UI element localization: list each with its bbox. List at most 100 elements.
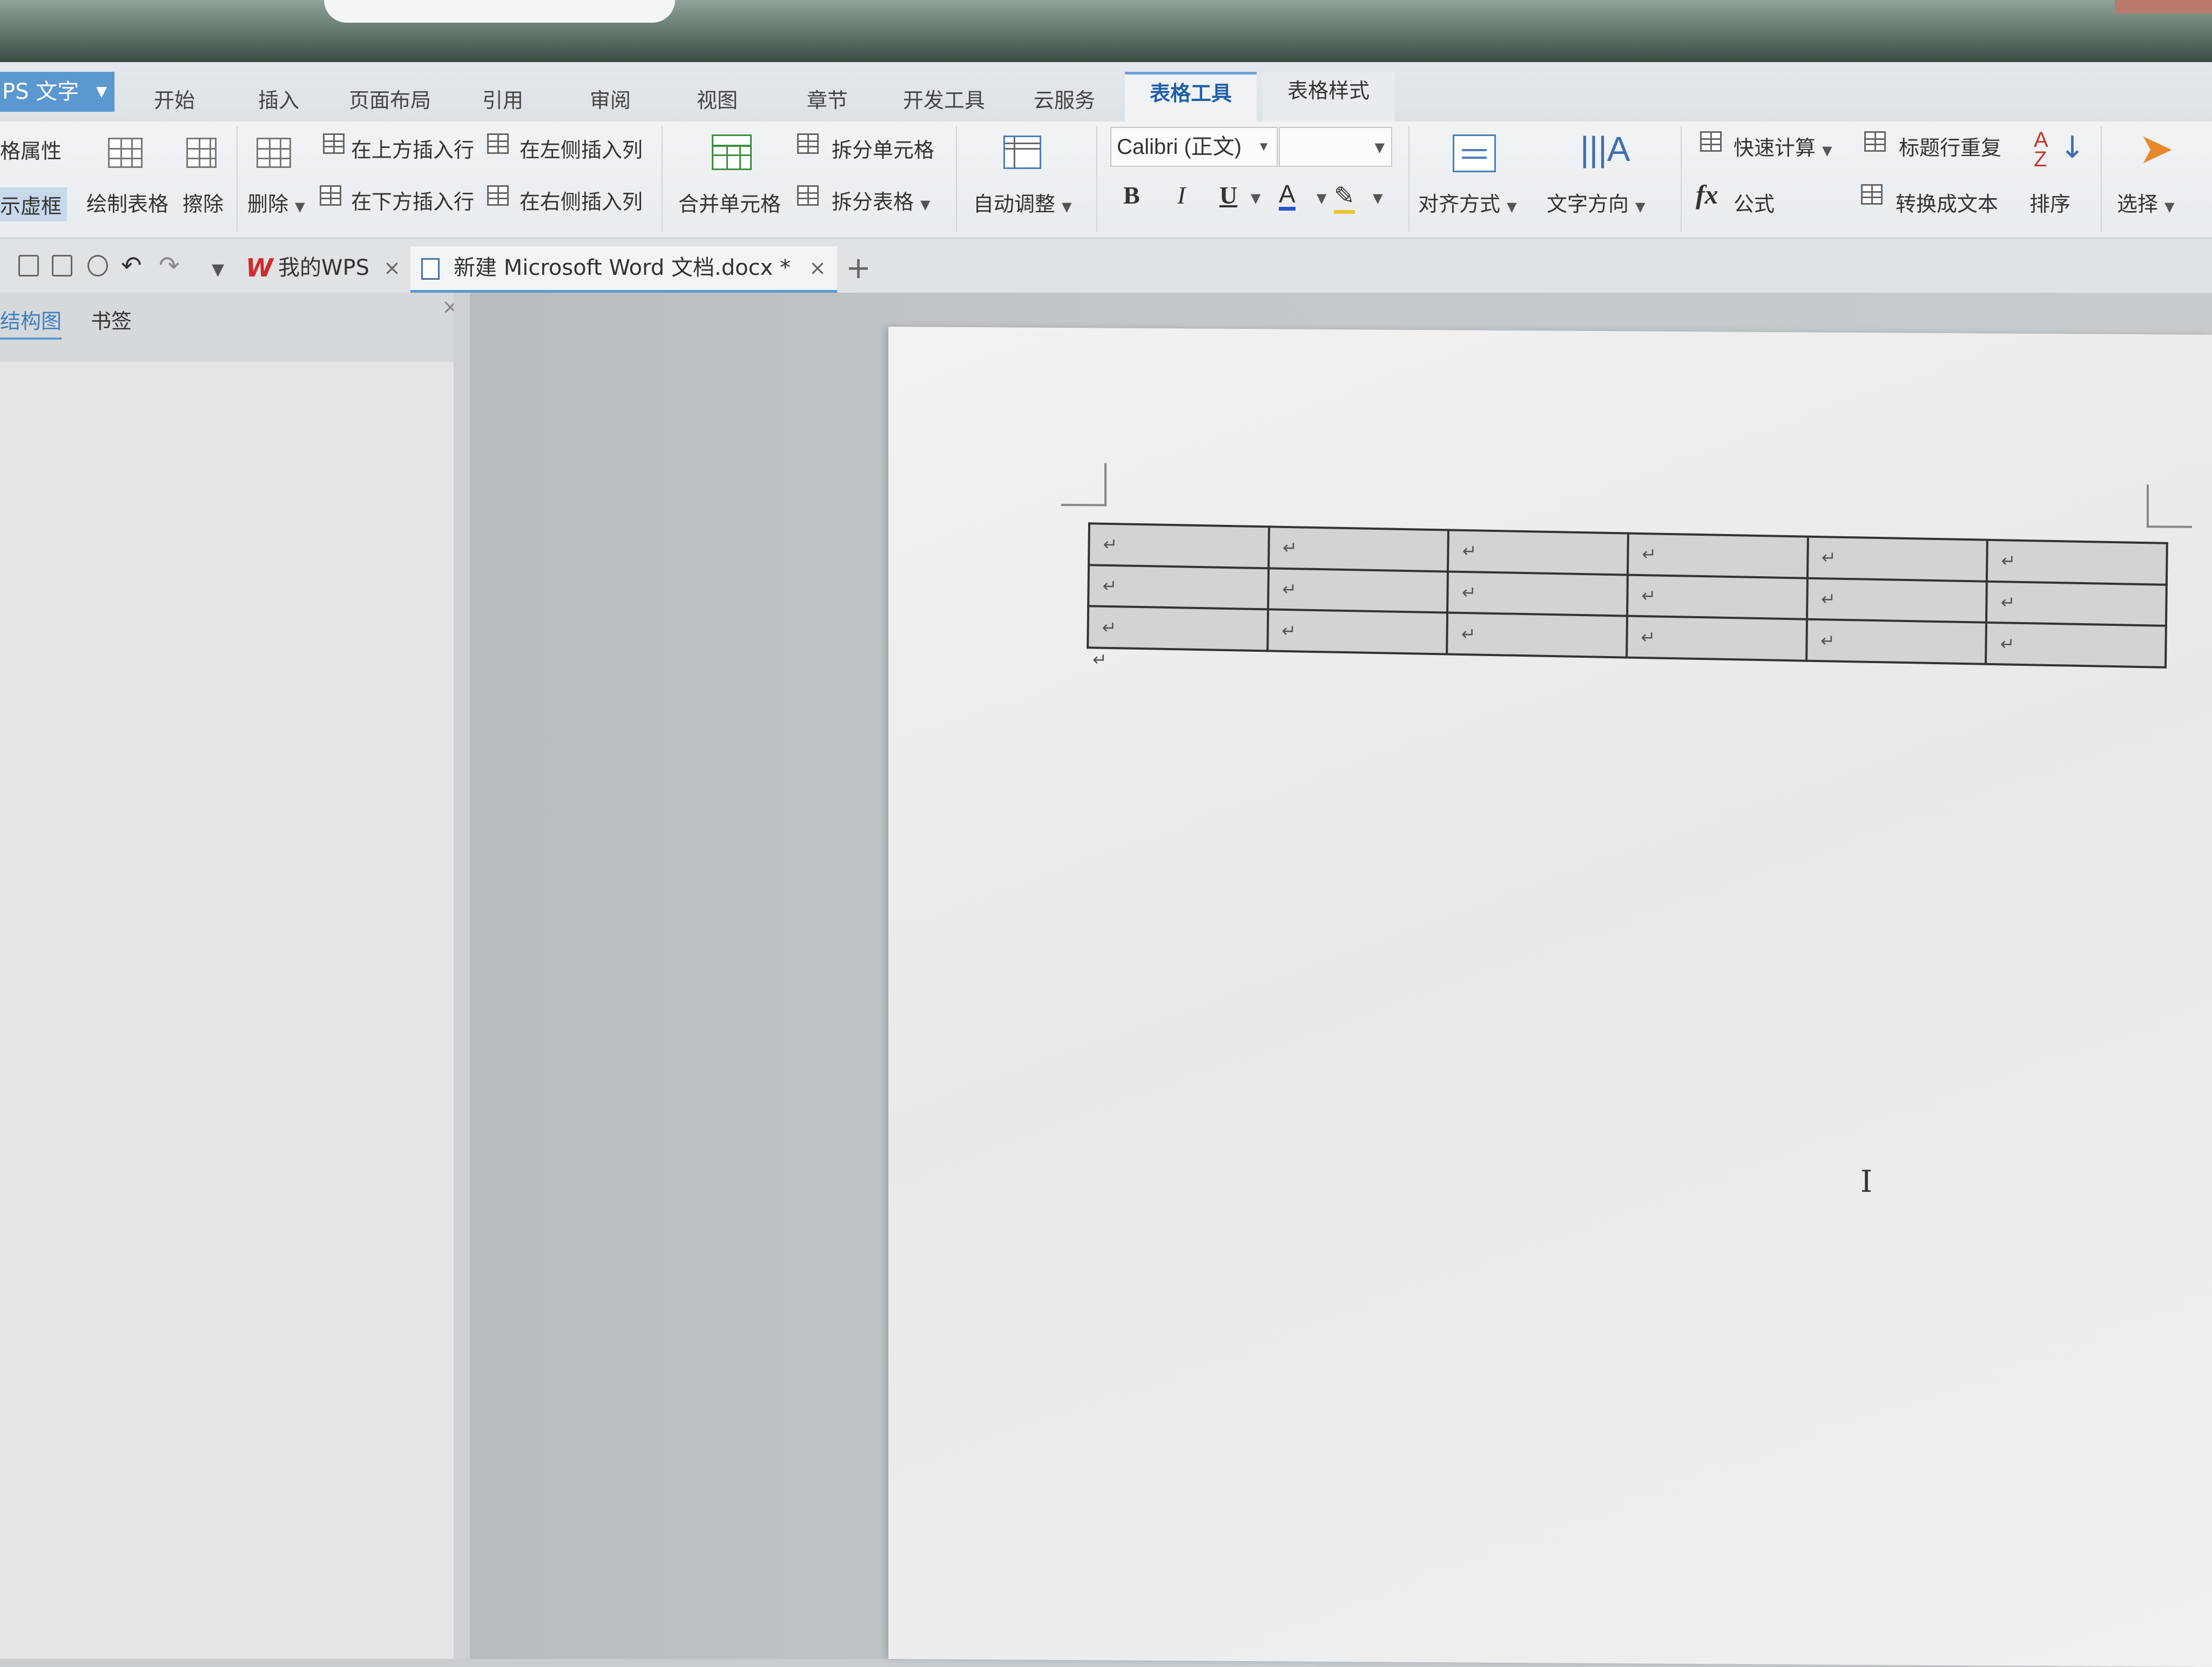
table-cell[interactable]: ↵	[1088, 564, 1269, 610]
italic-button[interactable]: I	[1177, 181, 1185, 210]
tab-document-map[interactable]: 结构图	[0, 305, 62, 340]
table-cell[interactable]: ↵	[1986, 581, 2167, 626]
new-doc-icon[interactable]	[18, 255, 39, 276]
table-properties-button[interactable]: 格属性	[0, 134, 62, 164]
draw-table-button[interactable]: 绘制表格	[86, 187, 168, 217]
active-document-title: 新建 Microsoft Word 文档.docx *	[454, 255, 791, 280]
alignment-icon	[1453, 134, 1496, 172]
table-cell[interactable]: ↵	[1806, 619, 1987, 664]
table-cell[interactable]: ↵	[1448, 530, 1628, 575]
split-table-button[interactable]: 拆分表格 ▼	[832, 185, 930, 215]
delete-table-icon	[257, 138, 291, 168]
redo-icon[interactable]: ↷	[159, 251, 180, 280]
quick-calc-button[interactable]: 快速计算 ▼	[1734, 131, 1832, 161]
merge-cells-icon	[712, 134, 752, 170]
tab-page-layout[interactable]: 页面布局	[349, 84, 431, 113]
bold-button[interactable]: B	[1123, 181, 1140, 210]
chevron-down-icon: ▼	[96, 84, 107, 100]
text-direction-label: 文字方向	[1547, 192, 1629, 216]
insert-row-above-button[interactable]: 在上方插入行	[351, 133, 474, 163]
navigation-pane-header: 结构图 书签 ×	[0, 293, 470, 347]
draw-table-icon	[108, 138, 143, 168]
table-cell[interactable]: ↵	[1987, 539, 2167, 585]
insert-row-below-button[interactable]: 在下方插入行	[351, 185, 474, 215]
font-color-button[interactable]: A	[1279, 181, 1296, 211]
show-gridlines-button[interactable]: 示虚框	[0, 187, 68, 221]
auto-fit-icon	[1003, 136, 1041, 169]
tab-chapter[interactable]: 章节	[807, 84, 848, 113]
merge-cells-button[interactable]: 合并单元格	[678, 187, 781, 217]
alignment-button[interactable]: 对齐方式 ▼	[1418, 187, 1517, 217]
tab-view[interactable]: 视图	[697, 84, 738, 113]
insert-row-above-icon	[323, 133, 345, 154]
select-button[interactable]: 选择 ▼	[2117, 187, 2175, 217]
app-menu-button[interactable]: PS 文字 ▼	[0, 72, 114, 112]
document-map-list[interactable]	[0, 362, 454, 1659]
highlight-icon[interactable]: ✎	[1334, 181, 1355, 214]
underline-button[interactable]: U	[1219, 181, 1237, 210]
undo-icon[interactable]: ↶	[121, 251, 142, 280]
insert-row-below-icon	[320, 185, 341, 206]
tab-my-wps[interactable]: W 我的WPS	[246, 246, 369, 293]
print-preview-icon[interactable]	[87, 255, 108, 276]
convert-to-text-button[interactable]: 转换成文本	[1896, 187, 1998, 217]
chevron-down-icon: ▼	[1251, 191, 1261, 206]
tab-insert[interactable]: 插入	[258, 84, 299, 113]
delete-button[interactable]: 删除 ▼	[247, 187, 305, 217]
pane-splitter[interactable]	[454, 293, 470, 1659]
table-cell[interactable]: ↵	[1627, 575, 1808, 619]
font-name-select[interactable]: Calibri (正文) ▼	[1110, 127, 1278, 167]
chevron-down-icon: ▼	[1374, 140, 1385, 155]
table-cell[interactable]: ↵	[1627, 616, 1807, 661]
tab-review[interactable]: 审阅	[590, 84, 631, 113]
table-cell[interactable]: ↵	[1268, 527, 1449, 572]
chevron-down-icon: ▼	[1373, 191, 1383, 206]
tab-references[interactable]: 引用	[482, 84, 523, 113]
new-tab-button[interactable]: +	[846, 251, 871, 286]
margin-corner-mark	[1061, 462, 1107, 507]
document-table[interactable]: ↵ ↵ ↵ ↵ ↵ ↵ ↵ ↵ ↵ ↵ ↵ ↵ ↵ ↵ ↵ ↵ ↵ ↵	[1087, 522, 2168, 669]
table-cell[interactable]: ↵	[1447, 612, 1627, 658]
text-direction-button[interactable]: 文字方向 ▼	[1547, 187, 1645, 217]
auto-fit-button[interactable]: 自动调整 ▼	[973, 187, 1072, 217]
table-cell[interactable]: ↵	[1088, 606, 1268, 651]
table-cell[interactable]: ↵	[1627, 533, 1808, 578]
tab-table-style[interactable]: 表格样式	[1263, 72, 1395, 122]
table-cell[interactable]: ↵	[1267, 568, 1448, 613]
customize-quick-access-icon[interactable]: ▼	[212, 260, 224, 279]
table-cell[interactable]: ↵	[1267, 609, 1448, 654]
tab-home[interactable]: 开始	[154, 84, 195, 113]
insert-col-left-button[interactable]: 在左侧插入列	[520, 133, 643, 163]
tab-cloud[interactable]: 云服务	[1034, 84, 1095, 113]
print-icon[interactable]	[52, 255, 72, 276]
table-cell[interactable]: ↵	[1807, 536, 1988, 582]
tab-active-document[interactable]: 新建 Microsoft Word 文档.docx *	[410, 246, 837, 293]
divider	[2101, 126, 2102, 232]
close-tab-icon[interactable]: ×	[809, 256, 826, 280]
table-cell[interactable]: ↵	[1806, 578, 1987, 623]
tab-bookmarks[interactable]: 书签	[91, 305, 132, 334]
font-size-select[interactable]: ▼	[1279, 127, 1392, 167]
table-cell[interactable]: ↵	[1089, 523, 1269, 569]
formula-button[interactable]: 公式	[1734, 187, 1775, 217]
insert-col-left-icon	[487, 133, 509, 154]
erase-button[interactable]: 擦除	[183, 187, 224, 217]
close-tab-icon[interactable]: ×	[383, 256, 401, 280]
chevron-down-icon: ▼	[920, 197, 930, 212]
divider	[956, 126, 957, 232]
split-cells-button[interactable]: 拆分单元格	[832, 133, 934, 163]
sort-button[interactable]: 排序	[2029, 187, 2071, 217]
chevron-down-icon: ▼	[295, 199, 305, 214]
chevron-down-icon: ▼	[1635, 199, 1645, 214]
table-cell[interactable]: ↵	[1447, 571, 1628, 616]
quick-calc-label: 快速计算	[1734, 136, 1816, 160]
document-page[interactable]: ↵ ↵ ↵ ↵ ↵ ↵ ↵ ↵ ↵ ↵ ↵ ↵ ↵ ↵ ↵ ↵ ↵ ↵ ↵ I	[888, 327, 2212, 1667]
tab-table-tools[interactable]: 表格工具	[1125, 72, 1257, 122]
insert-col-right-button[interactable]: 在右侧插入列	[520, 185, 643, 215]
split-table-label: 拆分表格	[832, 190, 914, 214]
table-cell[interactable]: ↵	[1986, 623, 2166, 667]
tab-developer[interactable]: 开发工具	[903, 84, 985, 113]
divider	[237, 126, 238, 232]
wps-logo-icon: W	[246, 253, 273, 282]
repeat-header-button[interactable]: 标题行重复	[1899, 131, 2001, 161]
